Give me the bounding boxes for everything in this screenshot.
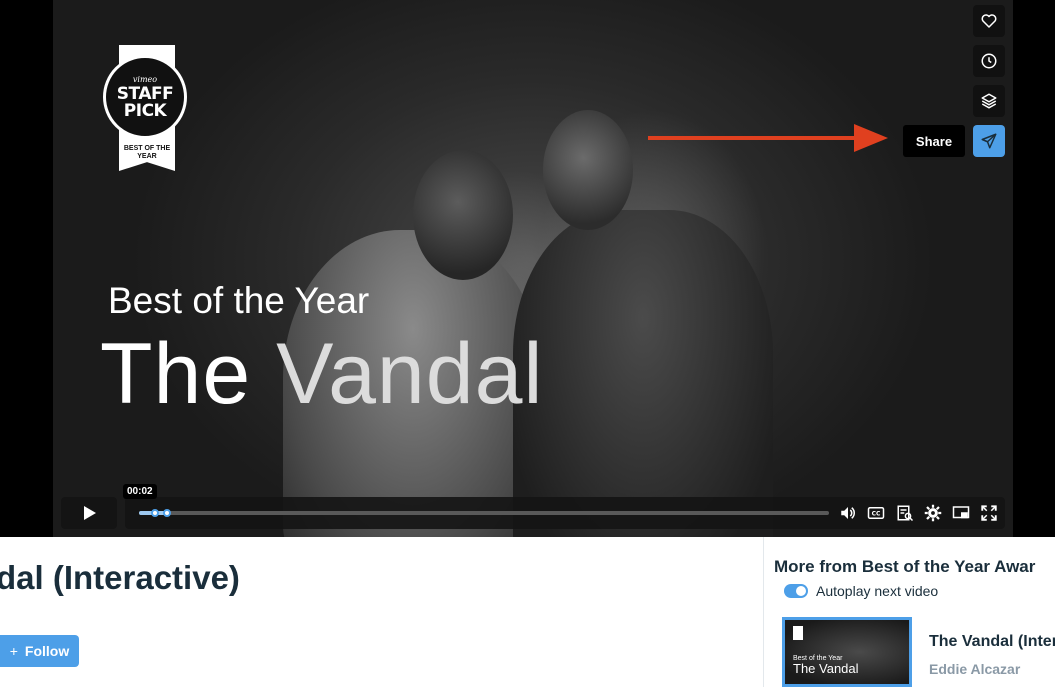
- paper-plane-icon: [981, 133, 997, 149]
- captions-button[interactable]: CC: [867, 504, 885, 522]
- follow-label: Follow: [24, 643, 70, 659]
- next-video-thumbnail[interactable]: Best of the Year The Vandal: [782, 617, 912, 687]
- progress-bar[interactable]: 00:02: [123, 484, 829, 517]
- video-details: dal (Interactive) + Follow More from Bes…: [0, 537, 1055, 687]
- man-figure: [513, 210, 773, 537]
- play-button[interactable]: [61, 497, 117, 529]
- staff-pick-badge: vimeo STAFF PICK BEST OF THE YEAR: [103, 45, 187, 171]
- cc-icon: CC: [867, 507, 885, 519]
- autoplay-toggle[interactable]: [784, 584, 808, 598]
- layers-icon: [981, 93, 997, 109]
- red-arrow-annotation: [648, 124, 888, 152]
- autoplay-label: Autoplay next video: [816, 583, 939, 599]
- woman-head: [413, 150, 513, 280]
- svg-text:CC: CC: [872, 511, 881, 518]
- man-head: [543, 110, 633, 230]
- next-video-title[interactable]: The Vandal (Inter: [929, 633, 1055, 651]
- video-title: dal (Interactive): [0, 559, 240, 596]
- staff-pick-laurel: vimeo STAFF PICK: [103, 55, 187, 139]
- volume-button[interactable]: [839, 504, 857, 522]
- settings-button[interactable]: [924, 504, 942, 522]
- collections-button[interactable]: [973, 85, 1005, 117]
- plus-icon: +: [9, 643, 18, 659]
- chapter-marker[interactable]: [151, 509, 159, 517]
- playhead[interactable]: [162, 509, 171, 517]
- heart-icon: [981, 14, 997, 28]
- vimeo-logo-text: vimeo: [132, 74, 158, 84]
- transcript-button[interactable]: [896, 504, 914, 522]
- overlay-title-part1: The: [100, 326, 252, 422]
- like-button[interactable]: [973, 5, 1005, 37]
- next-video-author[interactable]: Eddie Alcazar: [929, 661, 1020, 677]
- watch-later-button[interactable]: [973, 45, 1005, 77]
- video-frame[interactable]: [53, 0, 1013, 537]
- overlay-title-part2: Vandal: [276, 326, 544, 422]
- player-controls: 00:02 CC: [61, 484, 1005, 529]
- time-tooltip: 00:02: [123, 484, 157, 499]
- staff-pick-subtitle: BEST OF THE YEAR: [123, 145, 171, 160]
- pip-icon: [952, 506, 970, 519]
- more-from-heading: More from Best of the Year Awar: [774, 557, 1036, 576]
- thumbnail-title: The Vandal: [793, 661, 859, 676]
- pip-button[interactable]: [952, 504, 970, 522]
- fullscreen-button[interactable]: [980, 504, 998, 522]
- overlay-title: The Vandal: [100, 325, 544, 424]
- clock-icon: [981, 53, 997, 69]
- play-icon: [84, 506, 96, 520]
- thumbnail-staff-pick-badge: [793, 626, 803, 640]
- control-bar: 00:02 CC: [123, 484, 1005, 529]
- settings-icon: [924, 504, 942, 522]
- staff-pick-line2: PICK: [123, 100, 167, 121]
- video-player[interactable]: vimeo STAFF PICK BEST OF THE YEAR Best o…: [0, 0, 1055, 537]
- volume-icon: [841, 507, 855, 519]
- share-tooltip: Share: [903, 125, 965, 157]
- staff-pick-line1: STAFF: [116, 83, 174, 104]
- overlay-subtitle: Best of the Year: [108, 280, 370, 321]
- autoplay-control: Autoplay next video: [784, 583, 938, 599]
- follow-button[interactable]: + Follow: [0, 635, 79, 667]
- fullscreen-icon: [981, 505, 997, 521]
- transcript-icon: [897, 505, 914, 522]
- sidebar-divider: [763, 537, 764, 687]
- share-button[interactable]: [973, 125, 1005, 157]
